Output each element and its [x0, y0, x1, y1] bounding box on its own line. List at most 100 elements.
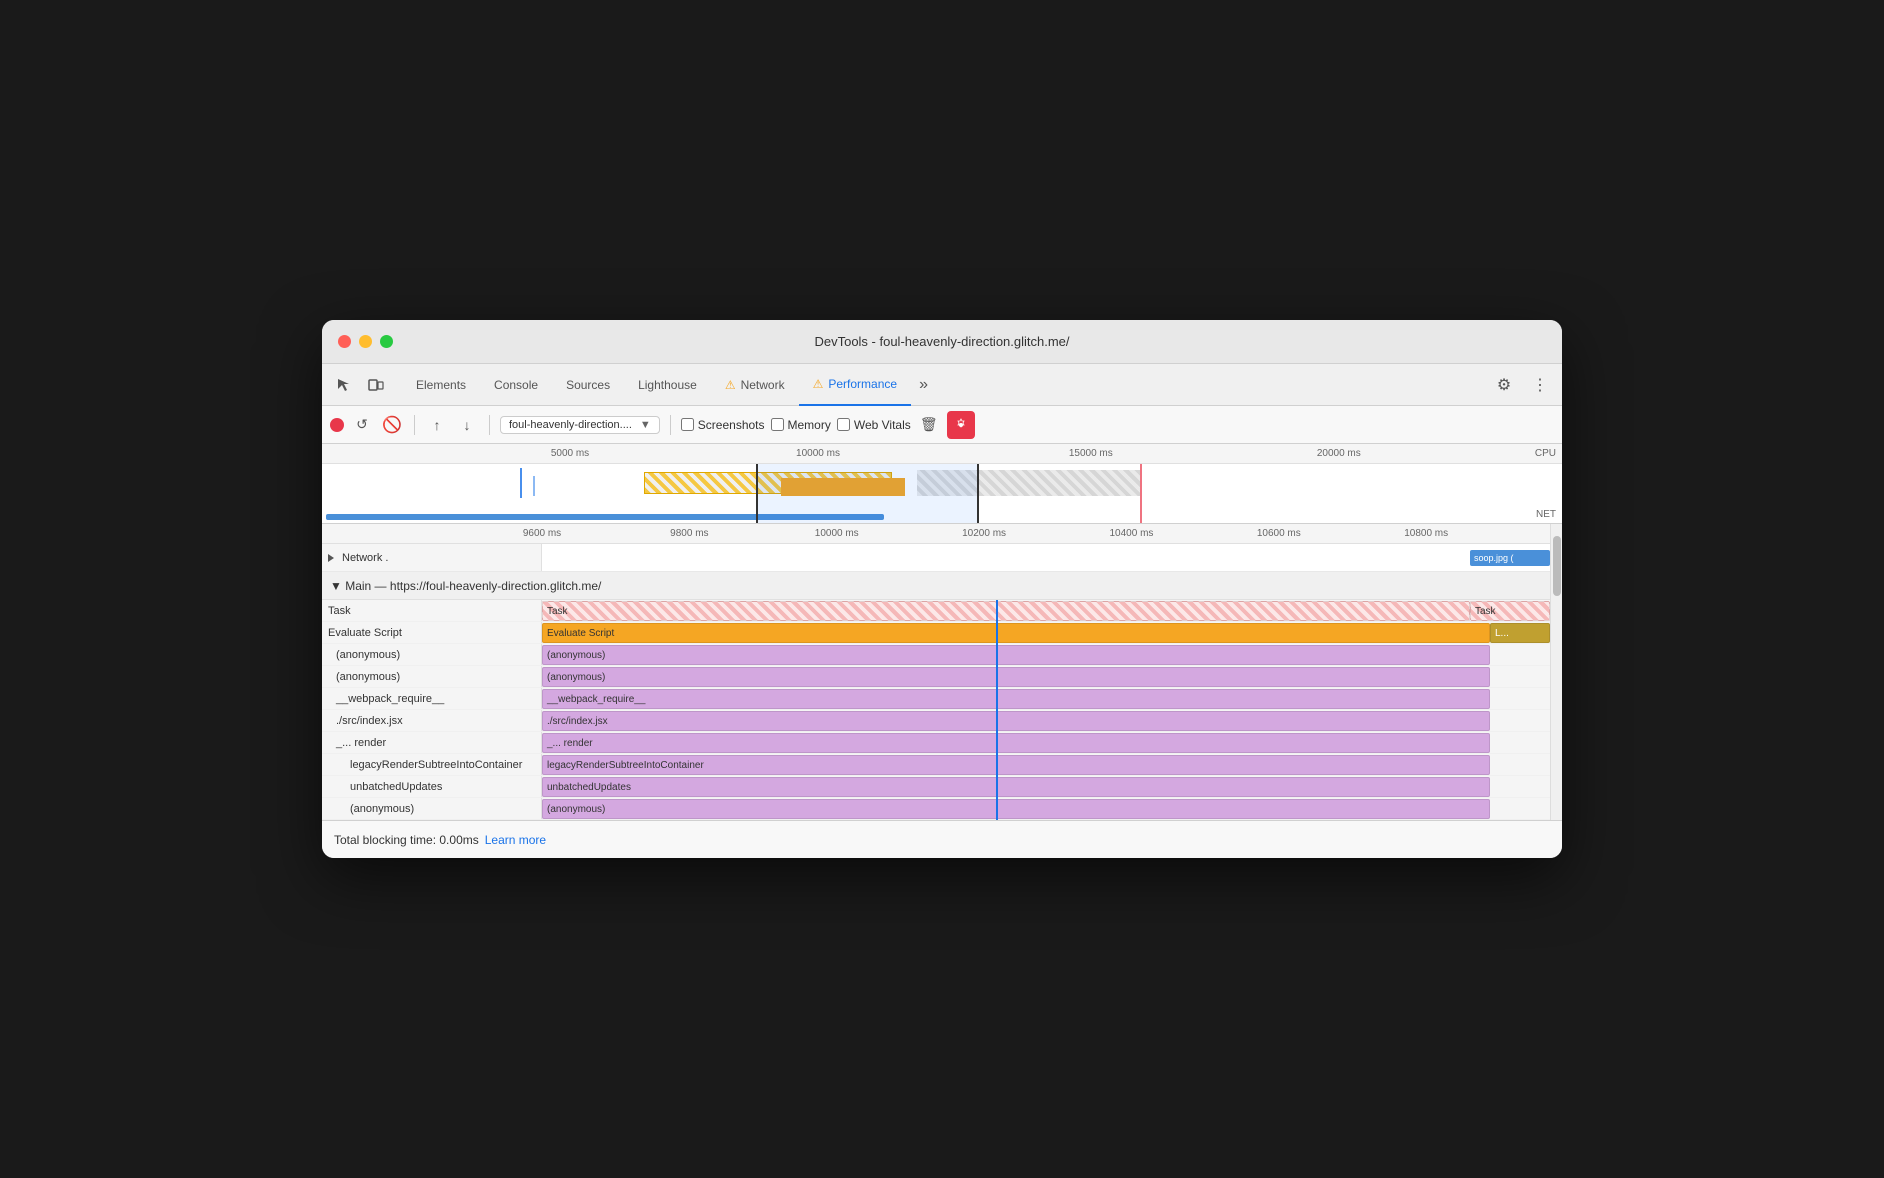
unbatched-block: unbatchedUpdates [542, 777, 1490, 797]
legacy-render-content: legacyRenderSubtreeIntoContainer [542, 754, 1550, 775]
cpu-spike-1 [520, 468, 522, 498]
record-bar: ↺ 🚫 ↑ ↓ foul-heavenly-direction.... ▼ Sc… [322, 406, 1562, 444]
evaluate-block-right: L... [1490, 623, 1550, 643]
index-block: ./src/index.jsx [542, 711, 1490, 731]
detail-ruler-10200: 10200 ms [962, 528, 1006, 539]
refresh-button[interactable]: ↺ [350, 413, 374, 437]
selector-chevron-icon: ▼ [640, 419, 651, 431]
settings-icon[interactable]: ⚙ [1490, 371, 1518, 399]
tab-lighthouse[interactable]: Lighthouse [624, 364, 711, 406]
memory-checkbox-group: Memory [771, 418, 831, 432]
webpack-block: __webpack_require__ [542, 689, 1490, 709]
webpack-row[interactable]: __webpack_require__ __webpack_require__ [322, 688, 1550, 710]
tab-elements[interactable]: Elements [402, 364, 480, 406]
network-expand-icon [328, 554, 334, 562]
blue-line-marker [996, 600, 998, 820]
tab-performance[interactable]: ⚠ Performance [799, 364, 911, 406]
ruler-label-15000: 15000 ms [1069, 448, 1113, 459]
tab-console[interactable]: Console [480, 364, 552, 406]
stop-button[interactable]: 🚫 [380, 413, 404, 437]
timeline-ruler: 5000 ms 10000 ms 15000 ms 20000 ms CPU [322, 444, 1562, 464]
task-content: Task Task [542, 600, 1550, 621]
inspect-icon[interactable] [330, 371, 358, 399]
index-label: ./src/index.jsx [322, 710, 542, 731]
flame-chart: Task Task Task Evaluate Script Evaluate … [322, 600, 1550, 820]
anon-label-2: (anonymous) [322, 666, 542, 687]
network-track-content: soop.jpg ( [542, 544, 1550, 571]
index-row[interactable]: ./src/index.jsx ./src/index.jsx [322, 710, 1550, 732]
device-toggle-icon[interactable] [362, 371, 390, 399]
detail-ruler-10800: 10800 ms [1404, 528, 1448, 539]
detail-ruler-10400: 10400 ms [1109, 528, 1153, 539]
anon-row-1[interactable]: (anonymous) (anonymous) [322, 644, 1550, 666]
main-section-header: ▼ Main — https://foul-heavenly-direction… [322, 572, 1550, 600]
task-label: Task [322, 600, 542, 621]
settings-button[interactable] [947, 411, 975, 439]
webpack-content: __webpack_require__ [542, 688, 1550, 709]
time-ruler-detail: 9600 ms 9800 ms 10000 ms 10200 ms 10400 … [322, 524, 1550, 544]
toolbar-icons [330, 371, 390, 399]
close-button[interactable] [338, 335, 351, 348]
task-row[interactable]: Task Task Task [322, 600, 1550, 622]
toolbar-right: ⚙ ⋮ [1490, 371, 1554, 399]
anon-block-1: (anonymous) [542, 645, 1490, 665]
devtools-window: DevTools - foul-heavenly-direction.glitc… [322, 320, 1562, 858]
trash-button[interactable]: 🗑 [917, 413, 941, 437]
marker-line [1140, 464, 1142, 524]
unbatched-row[interactable]: unbatchedUpdates unbatchedUpdates [322, 776, 1550, 798]
ruler-label-10000: 10000 ms [796, 448, 840, 459]
network-track[interactable]: Network . soop.jpg ( [322, 544, 1550, 572]
main-header-text: ▼ Main — https://foul-heavenly-direction… [330, 579, 601, 593]
window-controls [338, 335, 393, 348]
scrollbar-thumb[interactable] [1553, 536, 1561, 596]
timeline-overview[interactable]: 5000 ms 10000 ms 15000 ms 20000 ms CPU N… [322, 444, 1562, 524]
download-button[interactable]: ↓ [455, 413, 479, 437]
webpack-label: __webpack_require__ [322, 688, 542, 709]
more-options-icon[interactable]: ⋮ [1526, 371, 1554, 399]
separator-3 [670, 415, 671, 435]
web-vitals-checkbox-group: Web Vitals [837, 418, 911, 432]
upload-button[interactable]: ↑ [425, 413, 449, 437]
detail-ruler-9600: 9600 ms [523, 528, 561, 539]
nav-toolbar: Elements Console Sources Lighthouse ⚠ Ne… [322, 364, 1562, 406]
anon-row-3[interactable]: (anonymous) (anonymous) [322, 798, 1550, 820]
legacy-render-label: legacyRenderSubtreeIntoContainer [322, 754, 542, 775]
evaluate-script-row[interactable]: Evaluate Script Evaluate Script L... [322, 622, 1550, 644]
minimize-button[interactable] [359, 335, 372, 348]
screenshots-checkbox[interactable] [681, 418, 694, 431]
maximize-button[interactable] [380, 335, 393, 348]
anon-content-3: (anonymous) [542, 798, 1550, 819]
index-content: ./src/index.jsx [542, 710, 1550, 731]
legacy-render-block: legacyRenderSubtreeIntoContainer [542, 755, 1490, 775]
cpu-spike-2 [533, 476, 535, 496]
tbt-text: Total blocking time: 0.00ms [334, 833, 479, 847]
memory-checkbox[interactable] [771, 418, 784, 431]
anon-row-2[interactable]: (anonymous) (anonymous) [322, 666, 1550, 688]
selection-area [756, 464, 979, 524]
render-label: _... render [322, 732, 542, 753]
timeline-tracks: NET [322, 464, 1562, 524]
anon-content-1: (anonymous) [542, 644, 1550, 665]
legacy-render-row[interactable]: legacyRenderSubtreeIntoContainer legacyR… [322, 754, 1550, 776]
tab-sources[interactable]: Sources [552, 364, 624, 406]
render-row[interactable]: _... render _... render [322, 732, 1550, 754]
record-button[interactable] [330, 418, 344, 432]
unbatched-label: unbatchedUpdates [322, 776, 542, 797]
anon-label-1: (anonymous) [322, 644, 542, 665]
profile-selector[interactable]: foul-heavenly-direction.... ▼ [500, 416, 660, 434]
window-title: DevTools - foul-heavenly-direction.glitc… [814, 334, 1069, 349]
ruler-label-20000: 20000 ms [1317, 448, 1361, 459]
separator-2 [489, 415, 490, 435]
task-block-left: Task [542, 601, 1470, 621]
detail-ruler-10000: 10000 ms [815, 528, 859, 539]
more-tabs-button[interactable]: » [911, 364, 936, 406]
right-scrollbar[interactable] [1550, 524, 1562, 820]
detail-ruler-9800: 9800 ms [670, 528, 708, 539]
network-label-text: Network . [342, 552, 388, 564]
learn-more-link[interactable]: Learn more [485, 833, 546, 847]
task-block-right: Task [1470, 601, 1550, 621]
web-vitals-checkbox[interactable] [837, 418, 850, 431]
detail-ruler-10600: 10600 ms [1257, 528, 1301, 539]
tab-network[interactable]: ⚠ Network [711, 364, 799, 406]
separator-1 [414, 415, 415, 435]
